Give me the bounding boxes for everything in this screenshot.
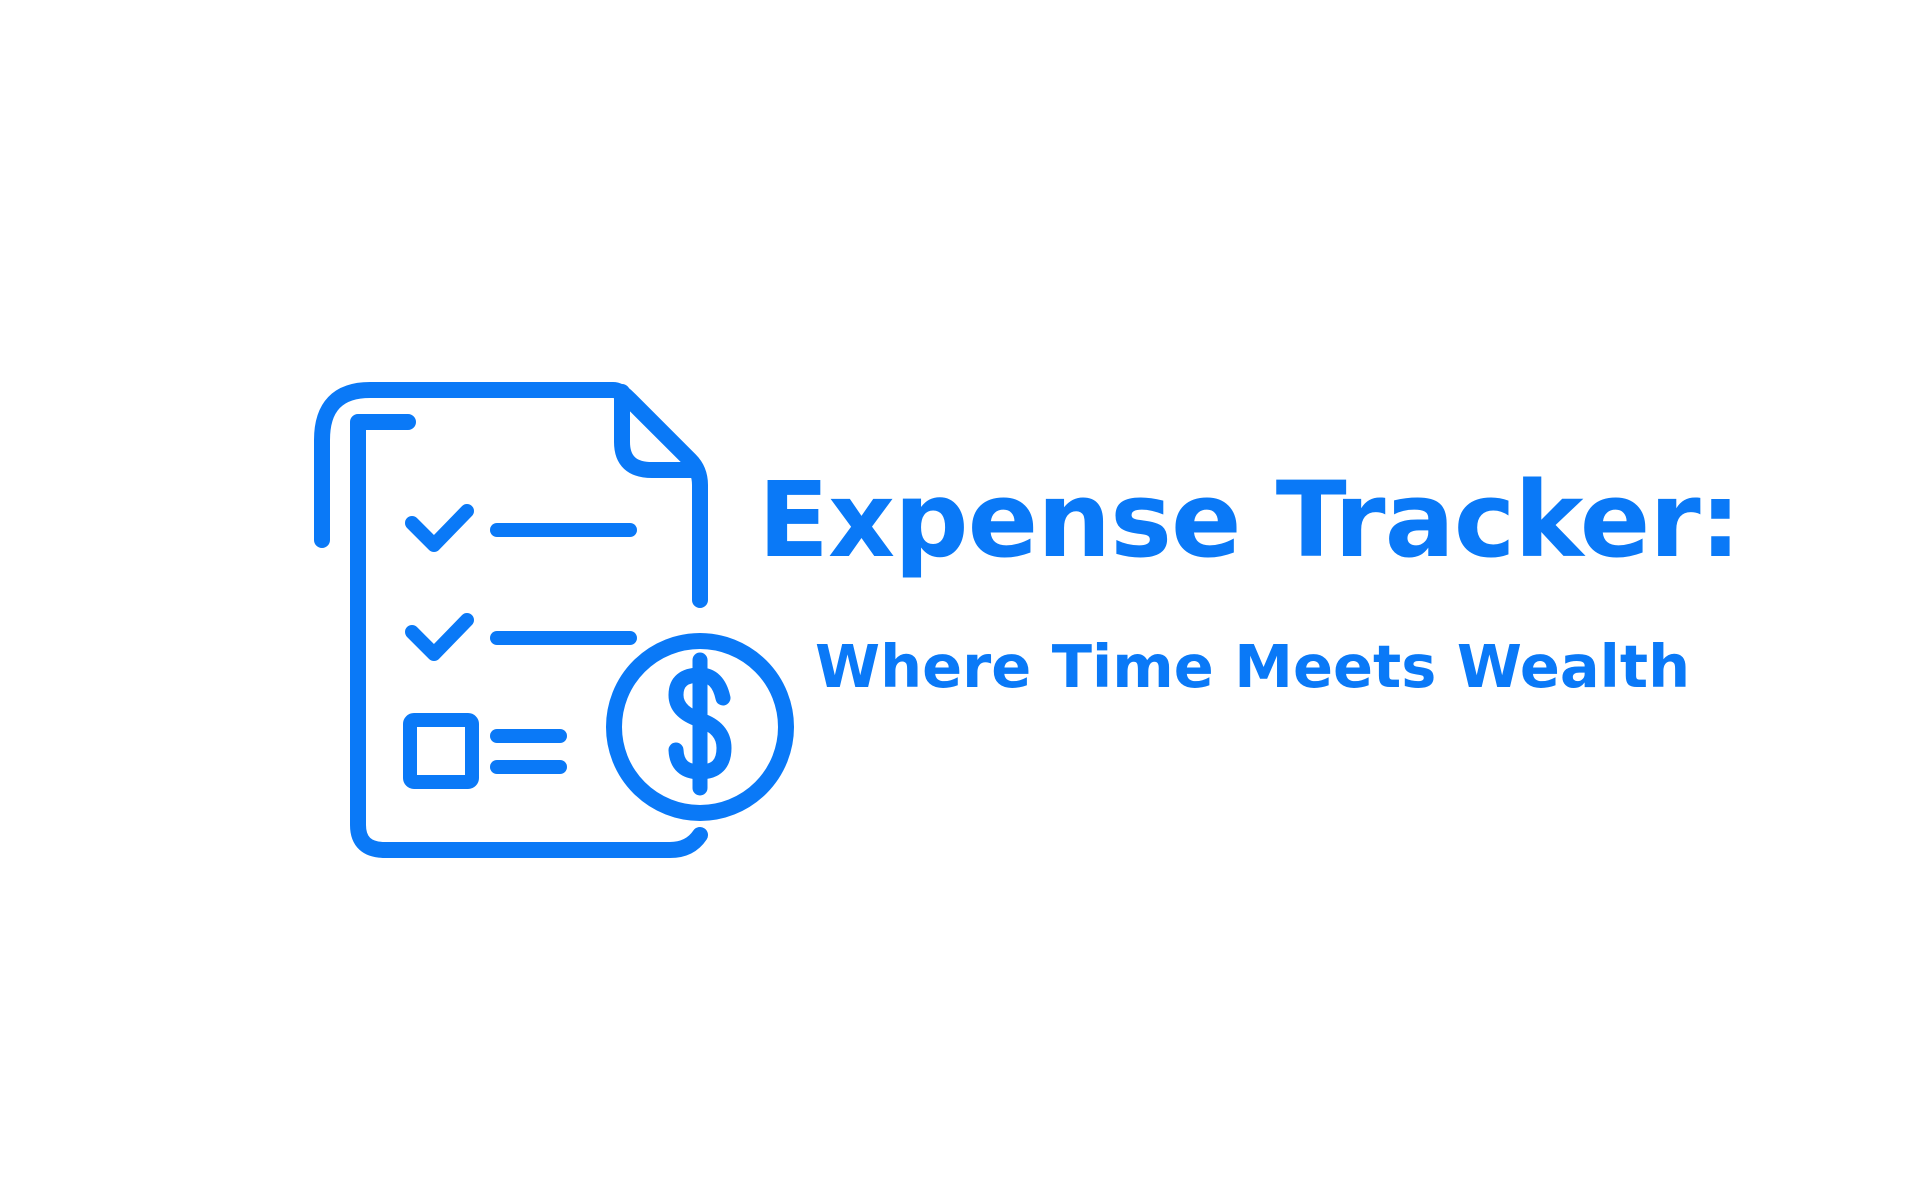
app-title: Expense Tracker: <box>758 459 1741 581</box>
empty-checkbox-icon <box>403 713 479 789</box>
expense-checklist-dollar-icon <box>314 382 794 858</box>
check-mark-icon <box>405 504 474 552</box>
app-tagline: Where Time Meets Wealth <box>815 632 1691 701</box>
check-mark-icon <box>405 613 474 661</box>
